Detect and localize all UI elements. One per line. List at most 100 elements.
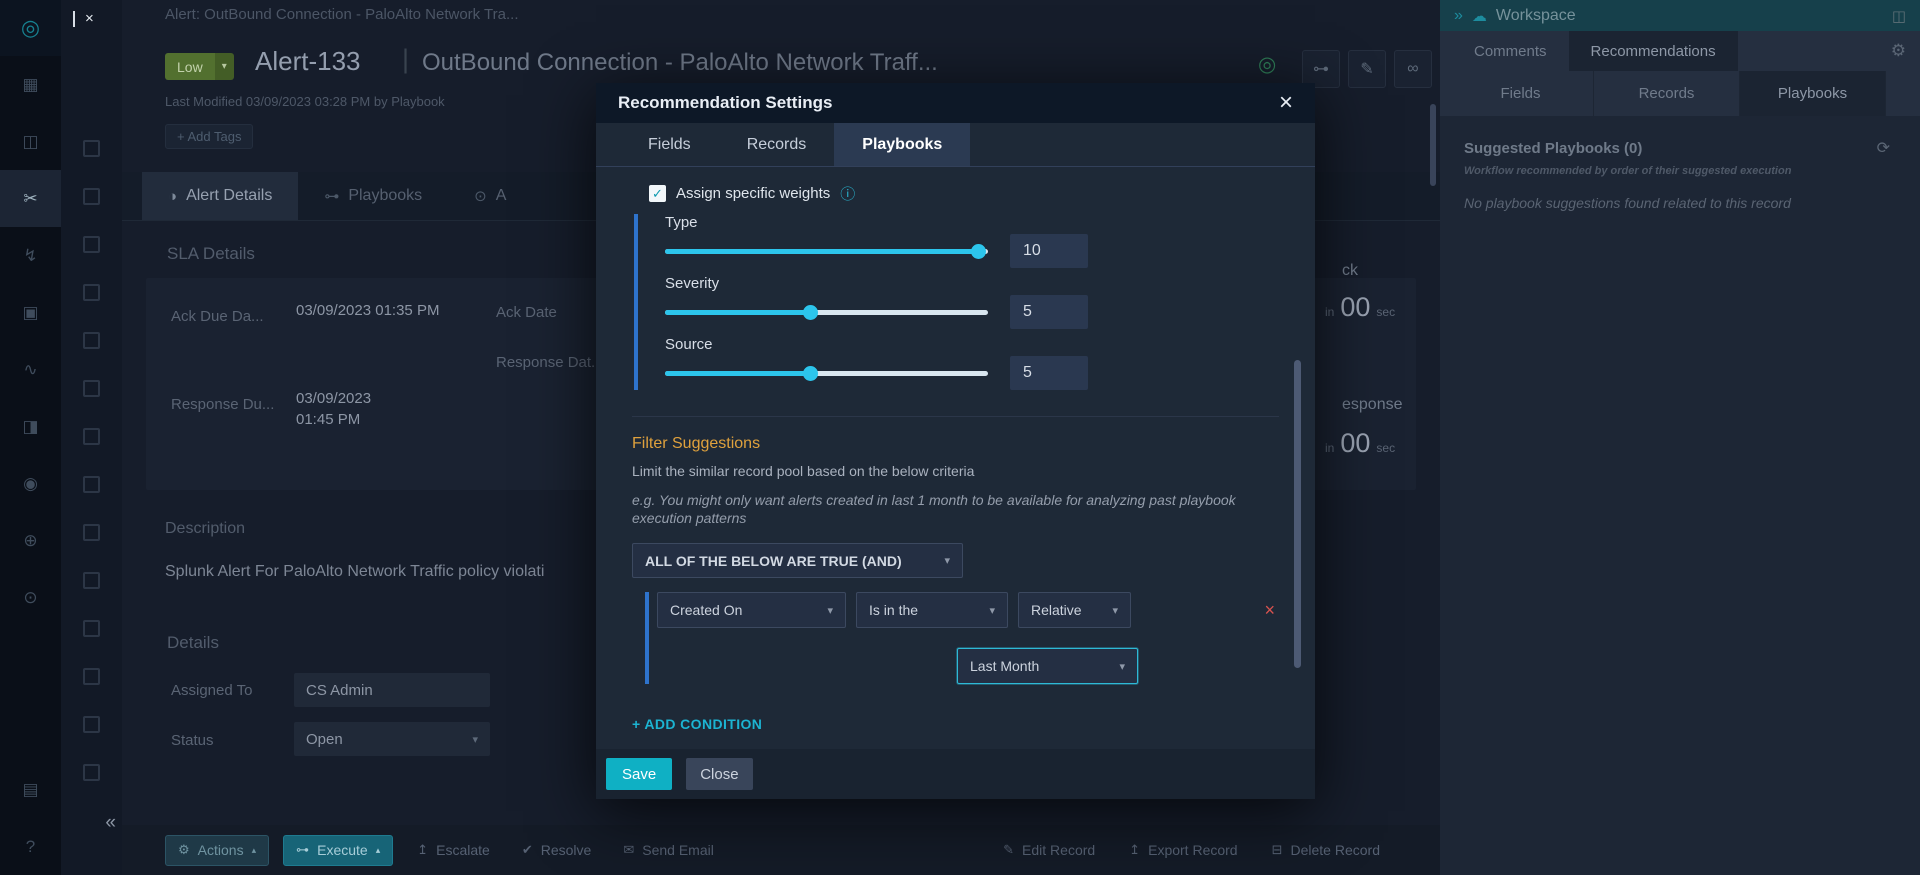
subtab-records[interactable]: Records (1594, 71, 1740, 116)
group-operator-select[interactable]: ALL OF THE BELOW ARE TRUE (AND) ▾ (632, 543, 963, 578)
record-checkbox[interactable] (83, 284, 100, 301)
refresh-icon[interactable]: ⟳ (1877, 138, 1890, 158)
record-checkbox[interactable] (83, 716, 100, 733)
expand-panel-icon[interactable]: ◫ (1892, 7, 1906, 25)
severity-weight-input[interactable]: 5 (1010, 295, 1088, 329)
filter-suggestions-heading: Filter Suggestions (632, 435, 1279, 453)
last-modified-text: Last Modified 03/09/2023 03:28 PM by Pla… (165, 94, 445, 109)
source-weight-slider[interactable] (665, 371, 988, 376)
sidebar-item-reports[interactable]: ∿ (0, 341, 61, 398)
subtab-fields[interactable]: Fields (1448, 71, 1594, 116)
workspace-settings-gear-icon[interactable]: ⚙ (1891, 41, 1906, 61)
severity-badge[interactable]: Low ▾ (165, 53, 234, 80)
tab-recommendations[interactable]: Recommendations (1569, 31, 1738, 71)
collapse-workspace-icon[interactable]: » (1454, 7, 1463, 25)
condition-value-row: Last Month ▾ (657, 648, 1279, 684)
send-email-button[interactable]: ✉ Send Email (615, 835, 722, 866)
sidebar-item-users[interactable]: ⊙ (0, 569, 61, 626)
sidebar-item-hunt[interactable]: ◉ (0, 455, 61, 512)
tab-comments[interactable]: Comments (1452, 31, 1569, 71)
delete-record-button[interactable]: ⊟ Delete Record (1268, 835, 1384, 866)
caret-up-icon: ▴ (252, 845, 257, 856)
record-checkbox[interactable] (83, 668, 100, 685)
close-button[interactable]: Close (686, 758, 752, 790)
sidebar-item-dashboard[interactable]: ▦ (0, 56, 61, 113)
tab-label: Playbooks (348, 187, 422, 205)
remove-condition-icon[interactable]: × (1264, 600, 1275, 621)
sidebar-item-queues[interactable]: ◫ (0, 113, 61, 170)
modal-title: Recommendation Settings (618, 93, 832, 113)
resolve-button[interactable]: ✔ Resolve (514, 835, 600, 866)
slider-label-type: Type (665, 214, 1279, 231)
source-weight-input[interactable]: 5 (1010, 356, 1088, 390)
type-weight-input[interactable]: 10 (1010, 234, 1088, 268)
severity-caret-icon[interactable]: ▾ (215, 53, 234, 80)
condition-operator-select[interactable]: Is in the ▾ (856, 592, 1008, 628)
workspace-header: » ☁ Workspace ◫ (1440, 0, 1920, 31)
sidebar-item-triage[interactable]: ✂ (0, 170, 61, 227)
condition-field-select[interactable]: Created On ▾ (657, 592, 846, 628)
subtab-playbooks[interactable]: Playbooks (1740, 71, 1886, 116)
condition-type-select[interactable]: Relative ▾ (1018, 592, 1131, 628)
add-tags-button[interactable]: + Add Tags (165, 124, 253, 149)
sidebar-item-cases[interactable]: ▣ (0, 284, 61, 341)
record-checkbox[interactable] (83, 380, 100, 397)
edit-record-button[interactable]: ✎ Edit Record (999, 835, 1099, 866)
group-operator-value: ALL OF THE BELOW ARE TRUE (AND) (645, 553, 902, 569)
app-logo-icon: ◎ (0, 0, 61, 56)
tab-alert-details[interactable]: ◑ Alert Details (142, 172, 298, 220)
collapse-rail-icon[interactable]: « (105, 812, 116, 834)
main-scrollbar[interactable] (1430, 104, 1436, 186)
record-checkbox[interactable] (83, 764, 100, 781)
export-record-button[interactable]: ↥ Export Record (1125, 835, 1241, 866)
add-condition-button[interactable]: + ADD CONDITION (632, 716, 1279, 732)
record-actions-bar: ⚙ Actions ▴ ⊶ Execute ▴ ↥ Escalate ✔ Res… (122, 825, 1440, 875)
record-checkbox[interactable] (83, 524, 100, 541)
type-weight-slider[interactable] (665, 249, 988, 254)
record-checkbox[interactable] (83, 332, 100, 349)
slider-thumb[interactable] (971, 244, 986, 259)
modal-tab-fields[interactable]: Fields (620, 123, 719, 166)
save-button[interactable]: Save (606, 758, 672, 790)
recommendation-settings-modal: Recommendation Settings × Fields Records… (596, 83, 1315, 799)
condition-value-select[interactable]: Last Month ▾ (957, 648, 1138, 684)
run-icon: ⊶ (1313, 59, 1329, 79)
close-icon[interactable]: × (1279, 91, 1293, 115)
record-checkbox[interactable] (83, 476, 100, 493)
status-select[interactable]: Open ▾ (294, 722, 490, 756)
sidebar-item-threat-intel[interactable]: ⊕ (0, 512, 61, 569)
modal-tab-records[interactable]: Records (719, 123, 835, 166)
sidebar-item-tasks[interactable]: ▤ (0, 761, 61, 818)
close-rail-icon[interactable]: × (85, 10, 94, 27)
sidebar-item-help[interactable]: ? (0, 818, 61, 875)
edit-button[interactable]: ✎ (1348, 50, 1386, 88)
slider-thumb[interactable] (803, 305, 818, 320)
slider-thumb[interactable] (803, 366, 818, 381)
copy-link-button[interactable]: ∞ (1394, 50, 1432, 88)
assign-weights-checkbox[interactable]: ✓ (649, 185, 666, 202)
record-checkbox[interactable] (83, 140, 100, 157)
check-icon: ✔ (522, 842, 533, 858)
execute-button[interactable]: ⊶ Execute ▴ (283, 835, 393, 866)
sidebar-item-widgets[interactable]: ◨ (0, 398, 61, 455)
severity-weight-slider[interactable] (665, 310, 988, 315)
tab-playbooks[interactable]: ⊶ Playbooks (298, 172, 448, 220)
filter-suggestions-example: e.g. You might only want alerts created … (632, 491, 1280, 527)
escalate-button[interactable]: ↥ Escalate (409, 835, 498, 866)
actions-button[interactable]: ⚙ Actions ▴ (165, 835, 269, 866)
record-checkbox[interactable] (83, 236, 100, 253)
modal-scrollbar[interactable] (1294, 360, 1301, 668)
slider-row-source: 5 (665, 356, 1279, 390)
record-actions-right: ✎ Edit Record ↥ Export Record ⊟ Delete R… (999, 835, 1384, 866)
record-checkbox[interactable] (83, 428, 100, 445)
sidebar-item-automation[interactable]: ↯ (0, 227, 61, 284)
execute-label: Execute (317, 842, 368, 858)
record-checkbox[interactable] (83, 188, 100, 205)
record-checkbox[interactable] (83, 572, 100, 589)
info-icon[interactable]: ⓘ (840, 183, 855, 204)
record-checkbox[interactable] (83, 620, 100, 637)
automation-icon: ↯ (23, 246, 37, 266)
tab-audit[interactable]: ⊙ A (448, 172, 532, 220)
modal-tab-playbooks[interactable]: Playbooks (834, 123, 970, 166)
assign-weights-row: ✓ Assign specific weights ⓘ (649, 183, 1279, 204)
